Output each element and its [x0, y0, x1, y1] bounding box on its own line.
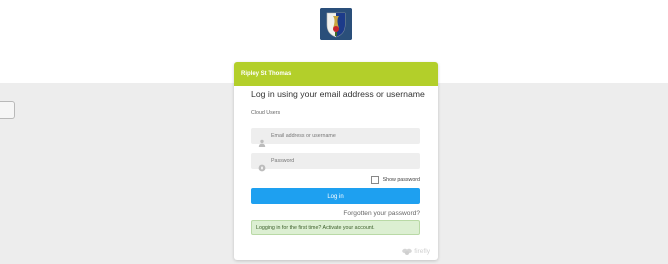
school-name-header: Ripley St Thomas — [234, 62, 438, 86]
firefly-brand: firefly — [402, 247, 430, 256]
firefly-wordmark: firefly — [414, 248, 430, 255]
show-password-checkbox[interactable] — [370, 175, 379, 184]
school-crest-icon — [320, 8, 352, 40]
login-button[interactable]: Log in — [251, 188, 420, 204]
show-password-label: Show password — [382, 176, 420, 183]
firefly-logo-icon — [402, 247, 413, 256]
side-panel-handle[interactable] — [0, 101, 15, 119]
lock-icon — [258, 157, 266, 172]
password-input[interactable] — [271, 153, 416, 169]
password-field[interactable] — [251, 153, 420, 172]
cloud-users-label: Cloud Users — [251, 110, 281, 116]
user-icon — [258, 132, 266, 147]
forgot-password-link[interactable]: Forgotten your password? — [343, 210, 420, 217]
login-title: Log in using your email address or usern… — [251, 89, 425, 99]
login-card: Ripley St Thomas Log in using your email… — [234, 62, 438, 260]
activate-account-notice[interactable]: Logging in for the first time? Activate … — [251, 220, 420, 235]
email-field[interactable] — [251, 128, 420, 147]
show-password-toggle[interactable]: Show password — [370, 175, 420, 184]
email-input[interactable] — [271, 128, 416, 144]
